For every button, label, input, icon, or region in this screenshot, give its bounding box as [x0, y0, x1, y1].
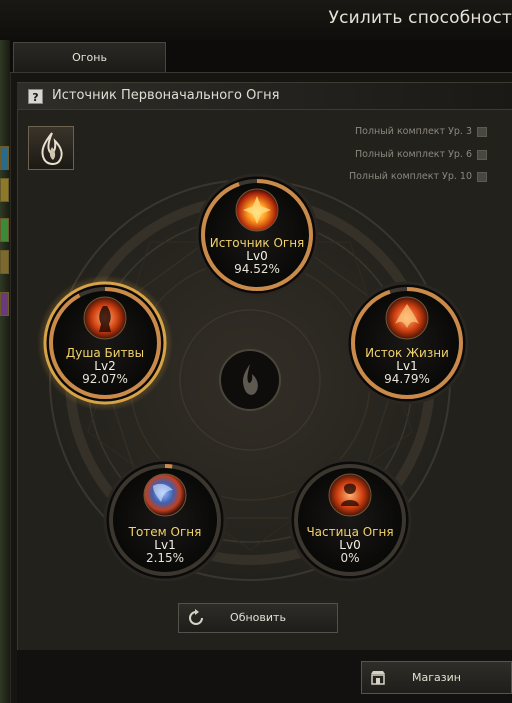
background-game-strip — [0, 40, 10, 703]
help-icon[interactable]: ? — [28, 89, 43, 104]
refresh-icon — [189, 609, 203, 625]
background-chip — [0, 178, 9, 202]
skill-node-fire-source[interactable] — [195, 173, 319, 297]
set-bonus-label: Полный комплект Ур. 6 — [355, 149, 472, 160]
shop-button-label: Магазин — [412, 671, 461, 684]
set-bonus-checkbox[interactable] — [477, 149, 487, 160]
set-bonus-row: Полный комплект Ур. 6 — [355, 149, 487, 160]
set-bonus-label: Полный комплект Ур. 10 — [348, 171, 472, 182]
tab-fire[interactable]: Огонь — [13, 42, 166, 72]
shop-button[interactable]: Магазин — [361, 661, 512, 694]
fire-flame-icon[interactable] — [28, 126, 74, 170]
shop-icon — [371, 671, 385, 685]
skill-node-battle-soul[interactable] — [37, 275, 173, 411]
section-title: Источник Первоначального Огня — [52, 88, 280, 103]
background-chip — [0, 146, 9, 170]
set-bonus-checkbox[interactable] — [477, 126, 487, 137]
node-percent: 2.15% — [145, 551, 185, 565]
set-bonus-row: Полный комплект Ур. 3 — [355, 126, 487, 137]
node-percent: 94.52% — [234, 262, 280, 276]
node-label-fire-particle: Частица Огня Lv0 0% — [295, 526, 405, 565]
node-percent: 92.07% — [82, 372, 128, 386]
refresh-button-label: Обновить — [230, 611, 286, 624]
section-header: ? Источник Первоначального Огня — [17, 82, 512, 110]
set-bonus-label: Полный комплект Ур. 3 — [355, 126, 472, 137]
set-bonus-checkbox[interactable] — [477, 171, 487, 182]
node-label-fire-source: Источник Огня Lv0 94.52% — [202, 237, 312, 276]
window-title: Усилить способност — [328, 8, 512, 28]
node-label-life-source: Исток Жизни Lv1 94.79% — [352, 347, 462, 386]
set-bonus-row: Полный комплект Ур. 10 — [349, 171, 487, 182]
fire-warrior-icon — [328, 473, 372, 517]
background-chip — [0, 218, 9, 242]
node-label-fire-totem: Тотем Огня Lv1 2.15% — [110, 526, 220, 565]
node-label-battle-soul: Душа Битвы Lv2 92.07% — [50, 347, 160, 386]
background-chip — [0, 250, 9, 274]
window-title-bar: Усилить способност — [0, 0, 512, 40]
node-percent: 0% — [340, 551, 360, 565]
node-percent: 94.79% — [384, 372, 430, 386]
refresh-button[interactable]: Обновить — [178, 603, 338, 633]
background-chip — [0, 292, 9, 316]
fire-totem-icon — [143, 473, 187, 517]
